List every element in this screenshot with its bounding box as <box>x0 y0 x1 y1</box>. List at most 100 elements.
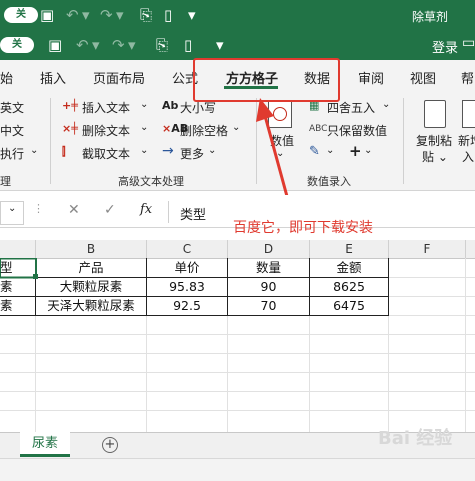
confirm-entry-icon[interactable]: ✓ <box>104 202 116 218</box>
redo-icon[interactable]: ↷ <box>100 7 113 23</box>
group-label-advanced-text: 高级文本处理 <box>118 175 184 188</box>
cell-b3[interactable]: 天泽大颗粒尿素 <box>36 296 146 315</box>
tab-help[interactable]: 帮 <box>461 68 474 87</box>
column-header-c[interactable]: C <box>147 240 228 258</box>
table-insert-icon <box>462 100 475 128</box>
add-sheet-icon[interactable]: + <box>102 437 118 453</box>
delete-text-icon: ×╪ <box>62 122 78 135</box>
sheet-nav[interactable] <box>0 432 21 456</box>
plus-icon[interactable]: + <box>349 142 362 160</box>
column-header-a[interactable] <box>0 240 36 258</box>
cell-c3[interactable]: 92.5 <box>147 296 227 315</box>
chevron-down-icon[interactable]: ⌄ <box>140 122 148 133</box>
insert-text-button[interactable]: 插入文本 <box>82 99 130 116</box>
title-bar: 关 ▣ ↶ ▾ ↷ ▾ ⎘ ▯ ▾ 除草剂 <box>0 0 475 30</box>
ribbon-execute-button[interactable]: 执行 <box>0 145 24 162</box>
cell-b2[interactable]: 大颗粒尿素 <box>36 277 146 296</box>
sheet-tab-label: 尿素 <box>31 436 58 451</box>
ribbon-chinese-button[interactable]: 中文 <box>0 122 24 139</box>
cell-a2[interactable]: 素 <box>0 277 35 296</box>
column-header-b[interactable]: B <box>36 240 147 258</box>
cell-d1[interactable]: 数量 <box>228 258 309 277</box>
formula-divider <box>168 201 169 223</box>
quick-access-bar: 关 ▣ ↶ ▾ ↷ ▾ ⎘ ▯ ▾ 登录 ▭ <box>0 30 475 60</box>
keep-values-button[interactable]: 只保留数值 <box>327 122 387 139</box>
formula-bar-splitter-icon[interactable]: ⋮ <box>33 202 44 215</box>
chevron-down-icon[interactable]: ⌄ <box>326 145 334 156</box>
cell-a3[interactable]: 素 <box>0 296 35 315</box>
undo-dropdown-icon-2[interactable]: ▾ <box>92 37 100 53</box>
group-divider <box>50 98 51 184</box>
cell-c1[interactable]: 单价 <box>147 258 227 277</box>
cell-a1[interactable]: 型 <box>0 258 35 277</box>
annotation-text: 百度它，即可下载安装 <box>233 220 373 236</box>
edit-icon[interactable]: ✎ <box>309 144 320 159</box>
status-bar <box>0 458 475 481</box>
extract-text-icon: ⫿ <box>62 145 66 158</box>
column-header-d[interactable]: D <box>228 240 310 258</box>
extract-text-button[interactable]: 截取文本 <box>82 145 130 162</box>
format-painter-icon[interactable]: ⎘ <box>140 7 152 23</box>
undo-icon-2[interactable]: ↶ <box>76 37 89 53</box>
tab-start[interactable]: 始 <box>0 68 13 87</box>
chevron-down-icon[interactable]: ⌄ <box>232 122 240 133</box>
cancel-entry-icon[interactable]: ✕ <box>68 202 80 218</box>
tab-review[interactable]: 审阅 <box>358 68 384 87</box>
tab-insert[interactable]: 插入 <box>40 68 66 87</box>
chevron-down-icon[interactable]: ⌄ <box>140 145 148 156</box>
chevron-down-icon[interactable]: ⌄ <box>382 99 390 110</box>
cell-c2[interactable]: 95.83 <box>147 277 227 296</box>
formula-input[interactable]: 类型 <box>180 204 206 223</box>
chevron-down-icon[interactable]: ⌄ <box>140 99 148 110</box>
undo-icon[interactable]: ↶ <box>66 7 79 23</box>
chevron-down-icon[interactable]: ⌄ <box>30 145 38 156</box>
new-document-icon-2[interactable]: ▯ <box>184 37 192 53</box>
cell-e1[interactable]: 金额 <box>310 258 388 277</box>
column-header-f[interactable]: F <box>389 240 466 258</box>
customize-toolbar-icon-2[interactable]: ▾ <box>216 37 224 53</box>
insert-text-icon: +╪ <box>62 99 78 112</box>
new-insert-button[interactable]: 新增 <box>458 132 475 149</box>
group-divider <box>403 98 404 184</box>
customize-toolbar-icon[interactable]: ▾ <box>188 7 196 23</box>
save-icon-2[interactable]: ▣ <box>48 37 62 53</box>
chevron-down-icon[interactable]: ⌄ <box>208 145 216 156</box>
chevron-down-icon[interactable]: ⌄ <box>364 145 372 156</box>
tab-page-layout[interactable]: 页面布局 <box>93 68 145 87</box>
more-button[interactable]: 更多 <box>180 145 204 162</box>
ribbon-english-button[interactable]: 英文 <box>0 99 24 116</box>
fx-icon[interactable]: fx <box>140 202 152 217</box>
tab-view[interactable]: 视图 <box>410 68 436 87</box>
cell-e2[interactable]: 8625 <box>310 277 388 296</box>
group-label-left: 理 <box>0 175 11 188</box>
save-icon[interactable]: ▣ <box>40 7 54 23</box>
case-icon: Ab <box>162 99 179 112</box>
autosave-toggle[interactable]: 关 <box>4 7 38 23</box>
cell-e3[interactable]: 6475 <box>310 296 388 315</box>
new-insert-button-line2[interactable]: 入 <box>462 148 474 165</box>
redo-icon-2[interactable]: ↷ <box>112 37 125 53</box>
remove-space-button[interactable]: 删除空格 <box>180 122 228 139</box>
column-header-e[interactable]: E <box>310 240 389 258</box>
group-label-data-entry: 数值录入 <box>307 175 351 188</box>
format-painter-icon-2[interactable]: ⎘ <box>156 37 168 53</box>
copy-paste-button-line2[interactable]: 贴 ⌄ <box>422 148 448 165</box>
autosave-toggle-2[interactable]: 关 <box>0 37 34 53</box>
new-document-icon[interactable]: ▯ <box>164 7 172 23</box>
abc-icon: ABC <box>309 124 328 134</box>
delete-text-button[interactable]: 删除文本 <box>82 122 130 139</box>
ribbon-display-icon[interactable]: ▭ <box>462 35 475 51</box>
column-headers: B C D E F <box>0 240 475 259</box>
copy-paste-button[interactable]: 复制粘 <box>416 132 452 149</box>
sheet-tab-urea[interactable]: 尿素 <box>20 432 70 457</box>
sign-in-button[interactable]: 登录 <box>432 37 458 56</box>
name-box-dropdown-icon[interactable]: ⌄ <box>8 203 16 214</box>
redo-dropdown-icon[interactable]: ▾ <box>116 7 124 23</box>
user-name[interactable]: 除草剂 <box>412 8 448 25</box>
undo-dropdown-icon[interactable]: ▾ <box>82 7 90 23</box>
cell-b1[interactable]: 产品 <box>36 258 146 277</box>
cell-d3[interactable]: 70 <box>228 296 309 315</box>
redo-dropdown-icon-2[interactable]: ▾ <box>128 37 136 53</box>
cell-d2[interactable]: 90 <box>228 277 309 296</box>
watermark-logo: Bai 经验 <box>378 428 453 449</box>
